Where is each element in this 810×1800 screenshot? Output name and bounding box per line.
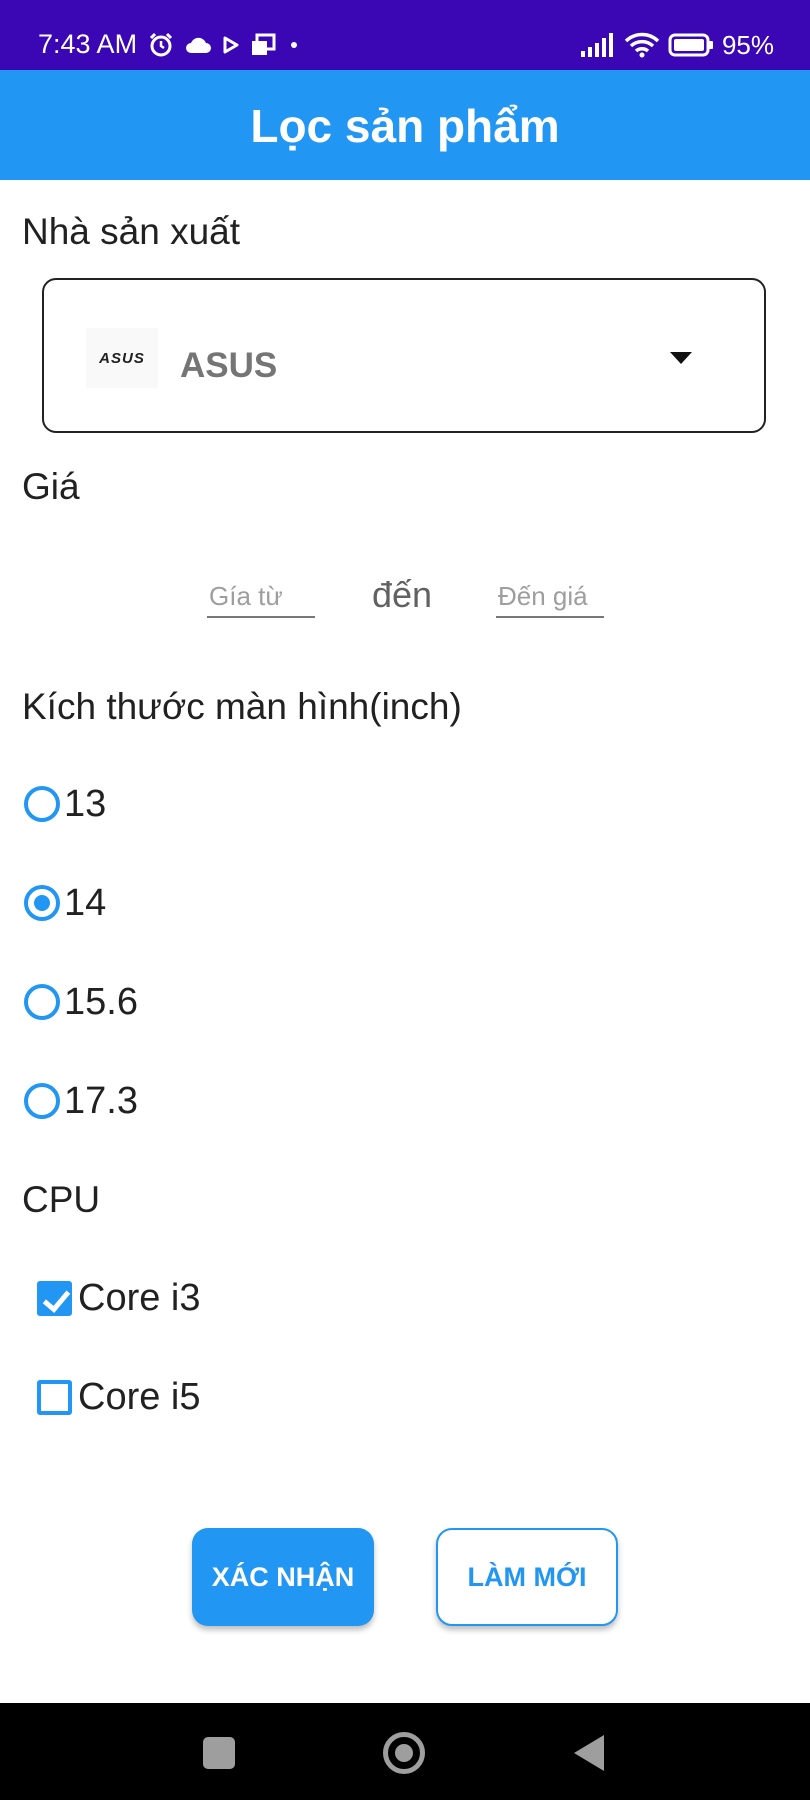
- checkbox[interactable]: [37, 1379, 72, 1415]
- radio-button-checked[interactable]: [24, 885, 60, 921]
- alarm-icon: [149, 32, 173, 57]
- price-separator: đến: [372, 574, 433, 615]
- cpu-option[interactable]: Core i5: [37, 1374, 201, 1420]
- app-bar: Lọc sản phẩm: [0, 70, 810, 180]
- manufacturer-label: Nhà sản xuất: [22, 211, 241, 252]
- screen-size-option-label: 17.3: [64, 1080, 138, 1122]
- battery-level: 95%: [721, 29, 774, 60]
- manufacturer-dropdown[interactable]: ASUS ASUS: [42, 278, 766, 433]
- asus-logo-mark: ASUS: [98, 350, 145, 367]
- cpu-option-label: Core i5: [78, 1376, 201, 1418]
- status-time: 7:43 AM: [38, 29, 138, 59]
- price-from-input[interactable]: [207, 576, 315, 618]
- wifi-icon: [624, 32, 660, 58]
- screen-size-option[interactable]: 17.3: [24, 1078, 138, 1124]
- status-system-icons: 95%: [580, 28, 774, 62]
- screen-size-option-label: 15.6: [64, 981, 138, 1023]
- price-to-input[interactable]: [496, 576, 604, 618]
- screen-size-option[interactable]: 15.6: [24, 979, 138, 1025]
- screen-size-option-label: 13: [64, 783, 107, 825]
- checkbox-checked[interactable]: [37, 1280, 72, 1316]
- dot-icon: [291, 42, 297, 48]
- cpu-label: CPU: [22, 1179, 101, 1220]
- screen-size-option-label: 14: [64, 882, 107, 924]
- cloud-icon: [186, 37, 211, 53]
- radio-button[interactable]: [24, 1083, 60, 1119]
- recent-apps-icon[interactable]: [203, 1737, 235, 1769]
- asus-logo: ASUS: [86, 328, 158, 388]
- battery-icon: [668, 33, 713, 57]
- confirm-button[interactable]: XÁC NHẬN: [192, 1528, 374, 1626]
- reset-button[interactable]: LÀM MỚI: [436, 1528, 618, 1626]
- screen-size-option[interactable]: 13: [24, 781, 106, 827]
- dropdown-arrow-icon: [670, 352, 692, 364]
- radio-button[interactable]: [24, 786, 60, 822]
- screen-size-label: Kích thước màn hình(inch): [22, 686, 462, 727]
- cpu-option[interactable]: Core i3: [37, 1275, 201, 1321]
- selected-manufacturer: ASUS: [180, 346, 278, 385]
- message-icon: [252, 33, 276, 55]
- system-navigation-bar: [0, 1703, 810, 1800]
- page-title: Lọc sản phẩm: [250, 100, 560, 152]
- radio-button[interactable]: [24, 984, 60, 1020]
- svg-text:ASUS: ASUS: [98, 350, 145, 367]
- signal-icon: [580, 33, 613, 57]
- back-icon[interactable]: [574, 1735, 604, 1771]
- cpu-option-label: Core i3: [78, 1277, 201, 1319]
- status-notification-icons: [148, 28, 302, 62]
- price-label: Giá: [22, 466, 80, 507]
- screen-size-option[interactable]: 14: [24, 880, 106, 926]
- home-icon[interactable]: [383, 1732, 425, 1774]
- status-bar: 7:43 AM 95%: [0, 0, 810, 70]
- play-icon: [223, 36, 239, 54]
